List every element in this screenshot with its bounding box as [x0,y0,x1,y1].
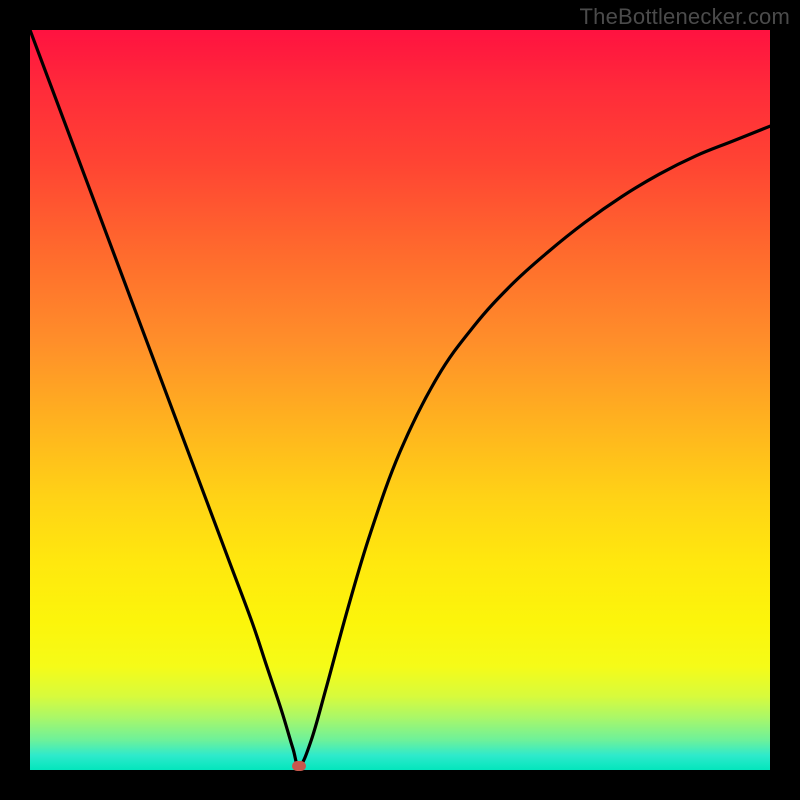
curve-svg [30,30,770,770]
bottleneck-curve [30,30,770,766]
min-point-marker [292,761,306,771]
chart-frame: TheBottlenecker.com [0,0,800,800]
plot-area [30,30,770,770]
watermark-text: TheBottlenecker.com [580,4,790,30]
